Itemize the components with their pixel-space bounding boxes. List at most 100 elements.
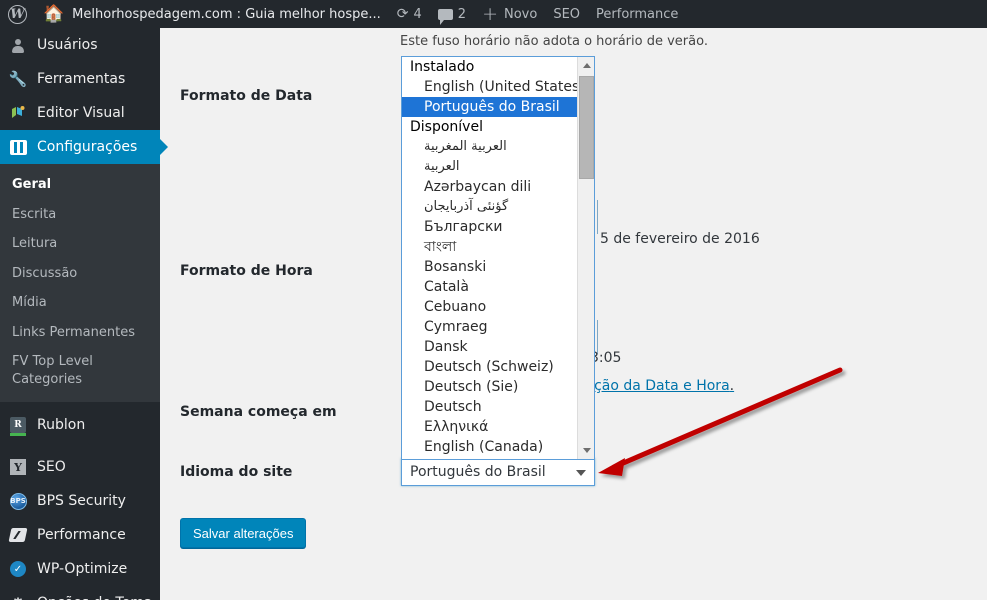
option-deutsch-schweiz[interactable]: Deutsch (Schweiz) [402,357,579,377]
option-english-united-states[interactable]: English (United States) [402,77,579,97]
sidebar-item-seo[interactable]: Y SEO [0,450,160,484]
settings-sliders-icon [8,137,28,157]
sidebar-item-label: SEO [37,458,66,475]
label-week-starts: Semana começa em [180,404,337,420]
sidebar-item-label: BPS Security [37,492,126,509]
screen: W 🏠 Melhorhospedagem.com : Guia melhor h… [0,0,987,600]
comments-menu[interactable]: 2 [430,0,474,28]
option-dansk[interactable]: Dansk [402,337,579,357]
performance-menu[interactable]: Performance [588,0,686,28]
sidebar-item-label: Performance [37,526,126,543]
site-language-dropdown-list[interactable]: Instalado English (United States) Portug… [401,56,595,460]
wp-optimize-check-icon: ✓ [8,559,28,579]
sidebar-item-label: Configurações [37,138,138,155]
admin-bar: W 🏠 Melhorhospedagem.com : Guia melhor h… [0,0,987,28]
chevron-down-icon [576,470,586,476]
scroll-down-arrow-icon[interactable] [578,442,594,459]
option-group-instalado: Instalado [410,59,475,75]
w3tc-cube-icon [8,525,28,545]
scrollbar-thumb[interactable] [579,76,594,179]
submenu-label: Mídia [12,295,47,311]
option-deutsch-sie[interactable]: Deutsch (Sie) [402,377,579,397]
seo-menu-label: SEO [553,6,581,22]
sidebar-item-label: WP-Optimize [37,560,128,577]
gear-icon: ⚙ [8,593,28,600]
doc-link-text: tação da Data e Hora [580,378,730,394]
submenu-label: Leitura [12,236,58,252]
option-azerbaycan-dili[interactable]: Azərbaycan dili [402,177,579,197]
seo-menu[interactable]: SEO [545,0,588,28]
submenu-label: Links Permanentes [12,324,135,340]
sidebar-item-geral[interactable]: Geral [0,170,160,200]
sidebar-item-usuarios[interactable]: Usuários [0,28,160,62]
home-icon: 🏠 [43,3,65,24]
label-date-format: Formato de Data [180,88,313,104]
option-cebuano[interactable]: Cebuano [402,297,579,317]
settings-submenu: Geral Escrita Leitura Discussão Mídia Li… [0,164,160,403]
sidebar-item-escrita[interactable]: Escrita [0,200,160,230]
performance-menu-label: Performance [596,6,679,22]
option-group-disponivel: Disponível [410,119,483,135]
date-format-preview: 5 de fevereiro de 2016 [600,231,760,247]
option-catala[interactable]: Català [402,277,579,297]
sidebar-item-discussao[interactable]: Discussão [0,259,160,289]
sidebar-item-midia[interactable]: Mídia [0,288,160,318]
sidebar-item-performance[interactable]: Performance [0,518,160,552]
submenu-label: Discussão [12,265,78,281]
language-options-list: Instalado English (United States) Portug… [402,57,579,457]
option-bosanski[interactable]: Bosanski [402,257,579,277]
sidebar-item-fv-top-level-categories[interactable]: FV Top Level Categories [0,347,96,394]
updates-menu[interactable]: ⟳ 4 [389,0,430,28]
updates-count: 4 [413,6,422,22]
option-deutsch[interactable]: Deutsch [402,397,579,417]
admin-sidebar: Usuários 🔧 Ferramentas Editor Visual Con… [0,28,168,600]
submenu-label: Escrita [12,206,57,222]
comment-bubble-icon [437,8,453,25]
submenu-label: Geral [12,177,52,192]
sidebar-item-ferramentas[interactable]: 🔧 Ferramentas [0,62,160,96]
sidebar-item-leitura[interactable]: Leitura [0,229,160,259]
scroll-up-arrow-icon[interactable] [578,57,594,74]
editor-icon [8,103,28,123]
wordpress-logo-icon: W [8,4,27,24]
sidebar-item-label: Opções do Tema [37,595,152,600]
sidebar-item-rublon[interactable]: R Rublon [0,408,160,442]
sidebar-item-bps-security[interactable]: BPS BPS Security [0,484,160,518]
option-portugues-do-brasil[interactable]: Português do Brasil [402,97,579,117]
site-language-value: Português do Brasil [410,464,546,480]
dropdown-scrollbar[interactable] [577,57,594,459]
option-ellinika[interactable]: Ελληνικά [402,417,579,437]
new-content-menu[interactable]: + Novo [474,0,545,28]
doc-link-tail: . [729,378,735,394]
site-language-select[interactable]: Português do Brasil [401,458,595,486]
yoast-seo-icon: Y [8,457,28,477]
sidebar-item-label: Usuários [37,36,98,53]
option-cymraeg[interactable]: Cymraeg [402,317,579,337]
rublon-icon: R [8,415,28,437]
bps-shield-icon: BPS [8,491,28,511]
option-bangla[interactable]: বাংলা [402,237,579,257]
sidebar-item-editor-visual[interactable]: Editor Visual [0,96,160,130]
date-radio-field-edge [597,200,598,234]
label-site-language: Idioma do site [180,464,293,480]
save-changes-button[interactable]: Salvar alterações [180,518,307,548]
time-radio-field-edge [597,320,598,354]
sidebar-item-label: Rublon [37,416,86,433]
sidebar-item-label: Ferramentas [37,70,126,87]
sidebar-item-configuracoes[interactable]: Configurações [0,130,168,164]
site-name-menu[interactable]: 🏠 Melhorhospedagem.com : Guia melhor hos… [35,0,389,28]
option-english-canada[interactable]: English (Canada) [402,437,579,457]
wrench-icon: 🔧 [8,70,28,88]
option-arabic[interactable]: العربية [402,157,579,177]
wp-logo-menu[interactable]: W [0,0,35,28]
option-arabic-morocco[interactable]: العربية المغربية [402,137,579,157]
user-icon [8,35,28,55]
option-south-azerbaijani[interactable]: گؤنئی آذربایجان [402,197,579,217]
sidebar-item-wp-optimize[interactable]: ✓ WP-Optimize [0,552,160,586]
option-bulgarski[interactable]: Български [402,217,579,237]
sidebar-item-links-permanentes[interactable]: Links Permanentes [0,318,160,348]
new-content-label: Novo [504,6,538,22]
sidebar-item-opcoes-do-tema[interactable]: ⚙ Opções do Tema [0,586,160,600]
dst-notice: Este fuso horário não adota o horário de… [400,34,708,49]
date-time-documentation-link[interactable]: tação da Data e Hora. [580,378,734,394]
